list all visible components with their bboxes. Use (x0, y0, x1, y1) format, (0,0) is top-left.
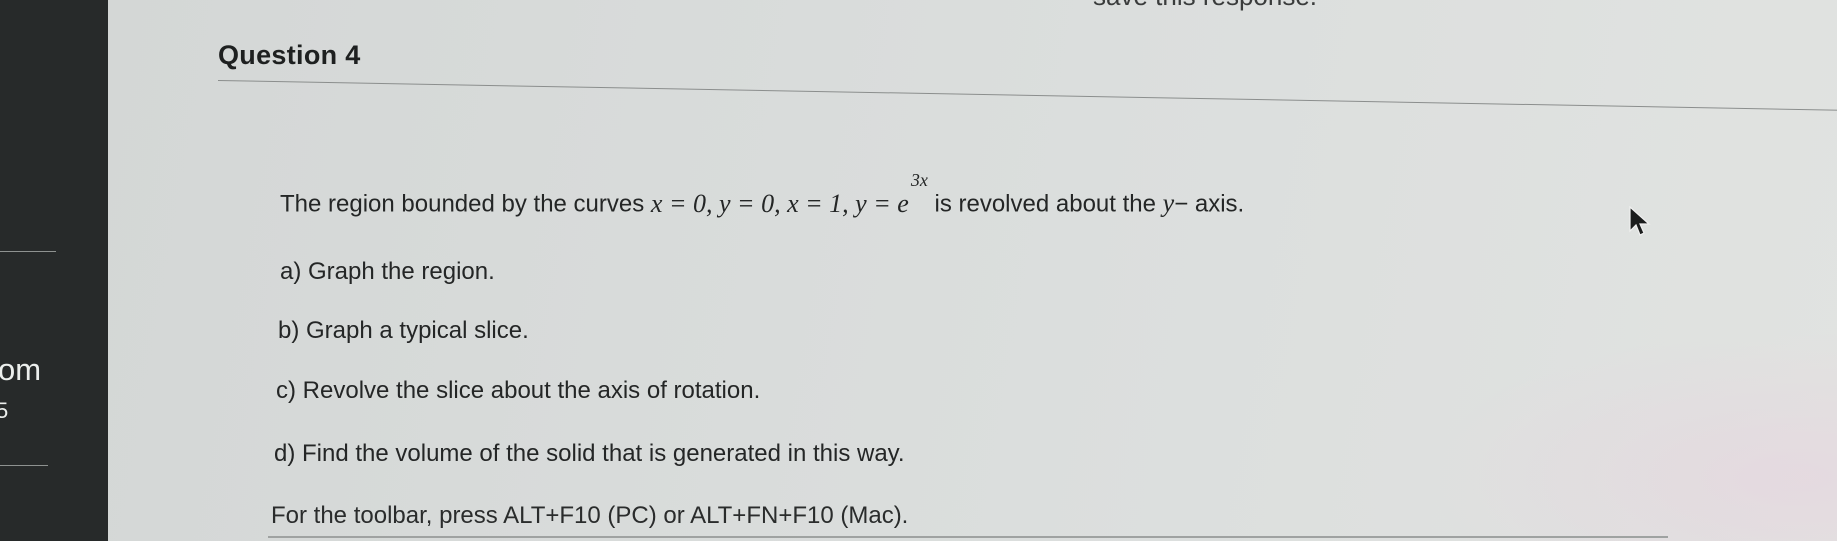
sidebar-text-fragment: om (0, 352, 42, 387)
part-a: a) Graph the region. (280, 258, 495, 285)
mouse-pointer-icon (1629, 206, 1651, 236)
question-divider (217, 80, 1837, 111)
previous-question-footer-text: save this response. (1093, 0, 1317, 12)
exponent: 3x (910, 170, 928, 190)
previous-question-panel: om 5 (0, 0, 108, 541)
part-d: d) Find the volume of the solid that is … (274, 440, 905, 467)
curve-equations: x = 0, y = 0, x = 1, y = e3x (650, 170, 928, 218)
divider (0, 251, 56, 252)
stem-lead-text: The region bounded by the curves (280, 190, 645, 218)
axis-variable: y (1162, 188, 1175, 218)
question-card: save this response. Question 4 The regio… (108, 0, 1837, 541)
part-c: c) Revolve the slice about the axis of r… (276, 377, 761, 404)
part-b: b) Graph a typical slice. (278, 317, 529, 344)
answer-editor[interactable] (268, 536, 1668, 538)
stem-tail-text: is revolved about the (934, 190, 1156, 218)
toolbar-hint: For the toolbar, press ALT+F10 (PC) or A… (271, 502, 909, 529)
question-stem: The region bounded by the curves x = 0, … (280, 170, 1245, 219)
sidebar-text-fragment: 5 (0, 398, 9, 423)
stem-tail-end: − axis. (1174, 190, 1245, 218)
divider (0, 465, 48, 466)
question-title: Question 4 (218, 40, 361, 70)
